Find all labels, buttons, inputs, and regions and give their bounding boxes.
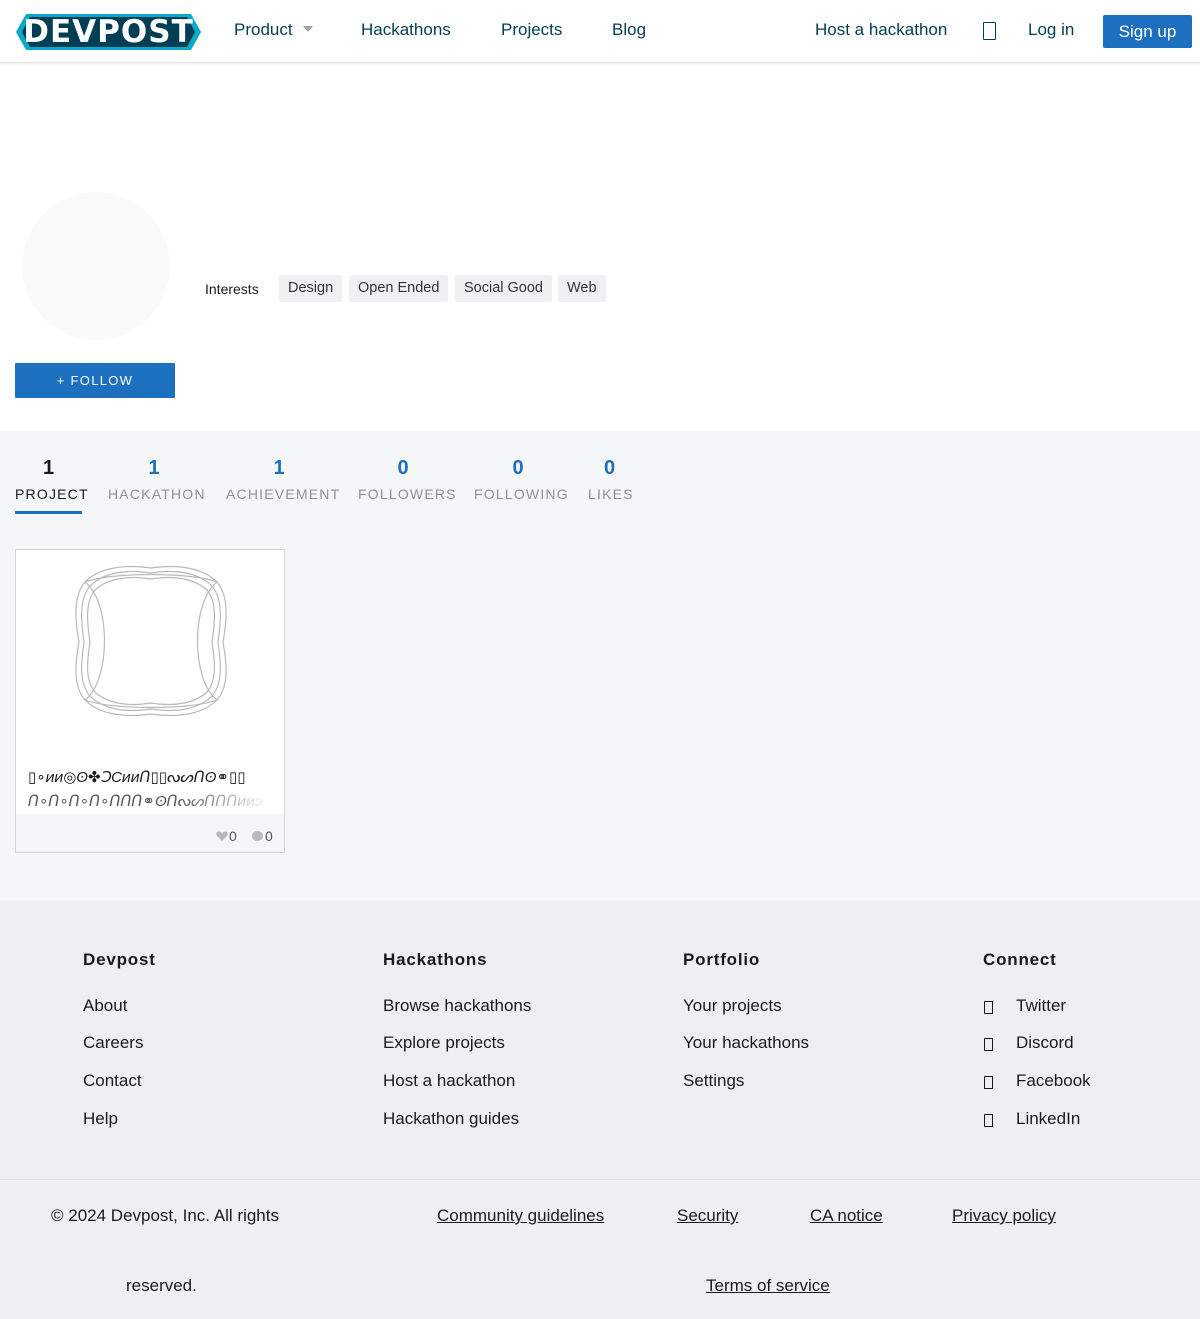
stat-value: 0 bbox=[397, 457, 409, 479]
avatar bbox=[22, 192, 170, 340]
nav-product-label: Product bbox=[234, 20, 293, 39]
footer-heading-hackathons: Hackathons bbox=[383, 950, 488, 969]
nav-hackathons[interactable]: Hackathons bbox=[361, 20, 451, 40]
footer-link-about[interactable]: About bbox=[83, 996, 127, 1016]
footer-link-browse-hackathons[interactable]: Browse hackathons bbox=[383, 996, 531, 1016]
follow-button[interactable]: + FOLLOW bbox=[15, 363, 175, 398]
footer-link-contact[interactable]: Contact bbox=[83, 1071, 142, 1091]
footer-link-hackathon-guides[interactable]: Hackathon guides bbox=[383, 1109, 519, 1129]
footer-link-twitter[interactable]: Twitter bbox=[1016, 996, 1066, 1016]
security-link[interactable]: Security bbox=[677, 1206, 738, 1226]
discord-icon[interactable] bbox=[984, 1038, 993, 1051]
footer-link-host-hackathon[interactable]: Host a hackathon bbox=[383, 1071, 515, 1091]
footer-heading-connect: Connect bbox=[983, 950, 1057, 969]
terms-of-service-link[interactable]: Terms of service bbox=[706, 1276, 830, 1296]
footer-link-linkedin[interactable]: LinkedIn bbox=[1016, 1109, 1080, 1129]
project-card-footer bbox=[16, 814, 284, 852]
footer-link-your-projects[interactable]: Your projects bbox=[683, 996, 782, 1016]
tab-projects[interactable]: 1 PROJECT bbox=[15, 455, 89, 507]
heart-icon bbox=[216, 831, 228, 841]
logo-text: DEVPOST bbox=[23, 14, 194, 50]
stat-value: 1 bbox=[148, 457, 160, 479]
footer-link-help[interactable]: Help bbox=[83, 1109, 118, 1129]
stat-value: 0 bbox=[512, 457, 524, 479]
ca-notice-link[interactable]: CA notice bbox=[810, 1206, 883, 1226]
nav-blog[interactable]: Blog bbox=[612, 20, 646, 40]
footer-divider bbox=[0, 1179, 1200, 1180]
nav-projects[interactable]: Projects bbox=[501, 20, 562, 40]
copyright-continued: reserved. bbox=[126, 1276, 197, 1295]
twitter-icon[interactable] bbox=[984, 1001, 993, 1014]
tab-achievements[interactable]: 1 ACHIEVEMENT bbox=[226, 455, 341, 507]
notification-icon[interactable] bbox=[983, 22, 996, 40]
facebook-icon[interactable] bbox=[984, 1076, 993, 1089]
stat-value: 1 bbox=[273, 457, 285, 479]
stat-label: FOLLOWING bbox=[474, 486, 569, 502]
footer-link-your-hackathons[interactable]: Your hackathons bbox=[683, 1033, 809, 1053]
stat-value: 0 bbox=[603, 457, 616, 479]
stat-label: PROJECT bbox=[15, 486, 89, 502]
active-tab-indicator bbox=[15, 511, 82, 514]
footer-link-settings[interactable]: Settings bbox=[683, 1071, 744, 1091]
like-count: 0 bbox=[229, 828, 237, 844]
chevron-down-icon bbox=[302, 25, 313, 32]
tab-followers[interactable]: 0 FOLLOWERS bbox=[358, 455, 457, 507]
interests-label: Interests bbox=[205, 281, 259, 297]
devpost-logo[interactable]: DEVPOST bbox=[16, 14, 201, 50]
project-title[interactable]: ▯∘ᴎᴎ◎ʘ✤ↃCᴎᴎᑎ▯▯ᔓᔕᑎʘ⚭▯▯ bbox=[28, 766, 274, 790]
project-thumbnail bbox=[75, 565, 227, 717]
stat-value: 1 bbox=[42, 457, 55, 479]
footer-link-careers[interactable]: Careers bbox=[83, 1033, 143, 1053]
footer-heading-devpost: Devpost bbox=[83, 950, 156, 969]
top-navigation: DEVPOST Product Hackathons Projects Blog… bbox=[0, 0, 1200, 63]
comment-icon bbox=[252, 831, 263, 841]
copyright: © 2024 Devpost, Inc. All rights bbox=[51, 1206, 279, 1225]
linkedin-icon[interactable] bbox=[984, 1114, 993, 1127]
comment-count: 0 bbox=[265, 828, 273, 844]
project-tagline: ᑎ∘ᑎ∘ᑎ∘ᑎ∘ᑎᑎᑎ⚭ʘᑎᔓᔕᑎᑎᑎᴎᴎↄ bbox=[28, 793, 263, 810]
footer-link-discord[interactable]: Discord bbox=[1016, 1033, 1074, 1053]
footer-link-explore-projects[interactable]: Explore projects bbox=[383, 1033, 505, 1053]
login-link[interactable]: Log in bbox=[1028, 20, 1074, 40]
stat-label: LIKES bbox=[588, 486, 634, 502]
footer-heading-portfolio: Portfolio bbox=[683, 950, 761, 969]
interest-tag[interactable]: Design bbox=[279, 275, 343, 302]
stat-label: ACHIEVEMENT bbox=[226, 486, 341, 502]
signup-button[interactable]: Sign up bbox=[1103, 15, 1192, 48]
interest-tag[interactable]: Web bbox=[558, 275, 606, 302]
tab-hackathons[interactable]: 1 HACKATHON bbox=[108, 455, 206, 507]
interest-tag[interactable]: Social Good bbox=[455, 275, 552, 302]
footer-link-facebook[interactable]: Facebook bbox=[1016, 1071, 1091, 1091]
tab-following[interactable]: 0 FOLLOWING bbox=[474, 455, 569, 507]
stat-label: HACKATHON bbox=[108, 486, 206, 502]
nav-product[interactable]: Product bbox=[234, 20, 313, 40]
interest-tag[interactable]: Open Ended bbox=[349, 275, 449, 302]
nav-host-hackathon[interactable]: Host a hackathon bbox=[815, 20, 947, 40]
tab-likes[interactable]: 0 LIKES bbox=[588, 455, 634, 507]
stat-label: FOLLOWERS bbox=[358, 486, 457, 502]
privacy-policy-link[interactable]: Privacy policy bbox=[952, 1206, 1056, 1226]
community-guidelines-link[interactable]: Community guidelines bbox=[437, 1206, 604, 1226]
project-card[interactable]: ▯∘ᴎᴎ◎ʘ✤ↃCᴎᴎᑎ▯▯ᔓᔕᑎʘ⚭▯▯ ᑎ∘ᑎ∘ᑎ∘ᑎ∘ᑎᑎᑎ⚭ʘᑎᔓᔕᑎᑎ… bbox=[15, 549, 285, 853]
